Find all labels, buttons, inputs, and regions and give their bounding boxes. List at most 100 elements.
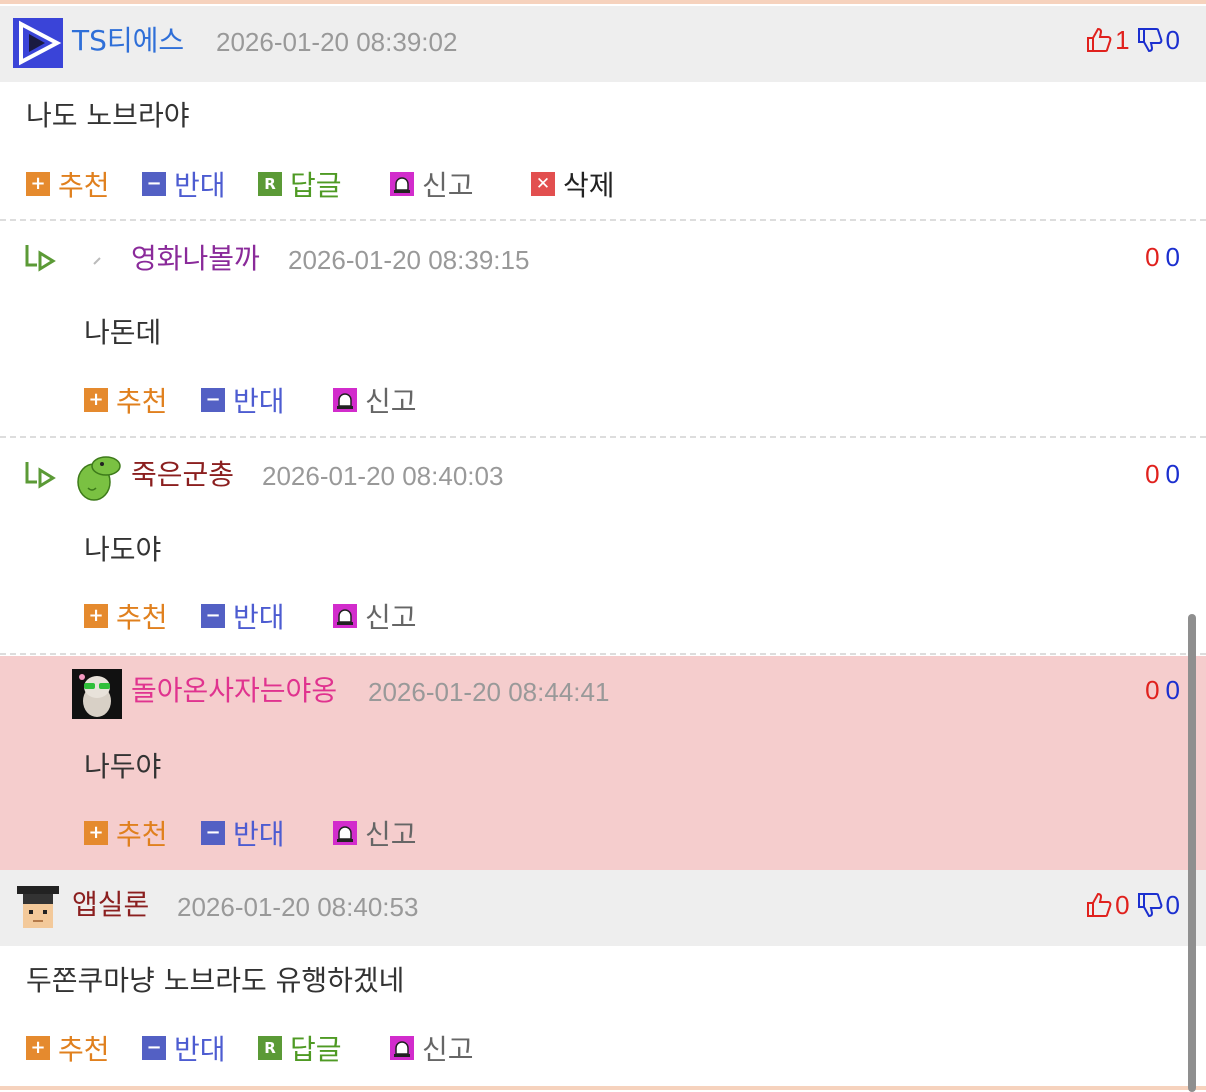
thumbs-up-icon[interactable]: [1085, 26, 1113, 54]
cat-sunglasses-avatar[interactable]: [72, 669, 122, 719]
vote-up-count: 0: [1145, 674, 1160, 705]
recommend-label: 추천: [58, 1033, 110, 1066]
vote-counter: 0 0: [1145, 456, 1180, 492]
minus-icon: −: [142, 1036, 166, 1060]
recommend-label: 추천: [116, 818, 168, 851]
vote-up-count: 0: [1145, 458, 1160, 489]
comment-content: 나돈데: [84, 316, 162, 349]
vote-counter: 0 0: [1085, 887, 1180, 923]
recommend-label: 추천: [116, 385, 168, 418]
bottom-border: [0, 1086, 1206, 1090]
plus-icon: +: [26, 172, 50, 196]
siren-icon: [390, 172, 414, 196]
reply-icon: R: [258, 1036, 282, 1060]
recommend-label: 추천: [116, 601, 168, 634]
plus-icon: +: [84, 388, 108, 412]
report-label: 신고: [422, 169, 474, 202]
vote-down-count: 0: [1165, 24, 1180, 55]
plus-icon: +: [84, 604, 108, 628]
comment-content: 나도야: [84, 533, 162, 566]
report-button[interactable]: 신고: [333, 598, 417, 634]
reply-icon: R: [258, 172, 282, 196]
oppose-button[interactable]: − 반대: [201, 382, 285, 418]
pencil-avatar[interactable]: [72, 236, 122, 286]
divider: [0, 219, 1206, 221]
vote-down-count: 0: [1165, 458, 1180, 489]
oppose-button[interactable]: − 반대: [142, 166, 226, 202]
comment-username[interactable]: 앱실론: [72, 887, 149, 923]
report-label: 신고: [365, 601, 417, 634]
comment-timestamp: 2026-01-20 08:39:15: [288, 245, 530, 275]
minus-icon: −: [201, 388, 225, 412]
plus-icon: +: [84, 821, 108, 845]
comment-content: 나도 노브라야: [26, 99, 190, 132]
comment-timestamp: 2026-01-20 08:40:03: [262, 461, 504, 491]
oppose-label: 반대: [233, 385, 285, 418]
siren-icon: [333, 821, 357, 845]
vote-counter: 0 0: [1145, 239, 1180, 275]
thumbs-up-icon[interactable]: [1085, 891, 1113, 919]
report-button[interactable]: 신고: [390, 1030, 474, 1066]
arrow-play-avatar[interactable]: [13, 18, 63, 68]
oppose-button[interactable]: − 반대: [201, 815, 285, 851]
vote-counter: 0 0: [1145, 672, 1180, 708]
comment-timestamp: 2026-01-20 08:44:41: [368, 677, 610, 707]
comment-content: 나두야: [84, 750, 162, 783]
vote-down-count: 0: [1165, 241, 1180, 272]
vote-counter: 1 0: [1085, 22, 1180, 58]
recommend-button[interactable]: + 추천: [26, 166, 110, 202]
vote-up-count: 1: [1115, 24, 1130, 55]
scrollbar[interactable]: [1188, 614, 1196, 1092]
oppose-button[interactable]: − 반대: [201, 598, 285, 634]
minus-icon: −: [142, 172, 166, 196]
comment-username[interactable]: 돌아온사자는야옹: [131, 673, 337, 709]
reply-label: 답글: [290, 169, 342, 202]
vote-down-count: 0: [1165, 674, 1180, 705]
comment-username[interactable]: TS티에스: [72, 23, 184, 59]
siren-icon: [333, 388, 357, 412]
report-button[interactable]: 신고: [333, 815, 417, 851]
report-label: 신고: [422, 1033, 474, 1066]
recommend-button[interactable]: + 추천: [26, 1030, 110, 1066]
vote-up-count: 0: [1115, 889, 1130, 920]
oppose-label: 반대: [174, 1033, 226, 1066]
close-icon: ✕: [531, 172, 555, 196]
recommend-label: 추천: [58, 169, 110, 202]
comment-username[interactable]: 죽은군총: [131, 457, 234, 493]
thumbs-down-icon[interactable]: [1136, 891, 1164, 919]
delete-button[interactable]: ✕ 삭제: [531, 166, 615, 202]
plus-icon: +: [26, 1036, 50, 1060]
reply-arrow-icon: [25, 462, 56, 489]
green-dino-avatar[interactable]: [72, 452, 122, 502]
pixel-graduate-avatar[interactable]: [13, 882, 63, 932]
top-border: [0, 0, 1206, 4]
vote-down-count: 0: [1165, 889, 1180, 920]
recommend-button[interactable]: + 추천: [84, 815, 168, 851]
reply-label: 답글: [290, 1033, 342, 1066]
oppose-label: 반대: [233, 818, 285, 851]
reply-button[interactable]: R 답글: [258, 1030, 342, 1066]
minus-icon: −: [201, 604, 225, 628]
reply-button[interactable]: R 답글: [258, 166, 342, 202]
report-button[interactable]: 신고: [333, 382, 417, 418]
comment-username[interactable]: 영화나볼까: [131, 241, 260, 277]
divider: [0, 653, 1206, 655]
minus-icon: −: [201, 821, 225, 845]
thumbs-down-icon[interactable]: [1136, 26, 1164, 54]
vote-up-count: 0: [1145, 241, 1160, 272]
report-label: 신고: [365, 385, 417, 418]
recommend-button[interactable]: + 추천: [84, 598, 168, 634]
delete-label: 삭제: [563, 169, 615, 202]
reply-arrow-icon: [25, 245, 56, 272]
report-button[interactable]: 신고: [390, 166, 474, 202]
oppose-label: 반대: [233, 601, 285, 634]
comment-timestamp: 2026-01-20 08:40:53: [177, 892, 419, 922]
siren-icon: [333, 604, 357, 628]
siren-icon: [390, 1036, 414, 1060]
report-label: 신고: [365, 818, 417, 851]
oppose-label: 반대: [174, 169, 226, 202]
recommend-button[interactable]: + 추천: [84, 382, 168, 418]
comment-timestamp: 2026-01-20 08:39:02: [216, 27, 458, 57]
comment-content: 두쫀쿠마냥 노브라도 유행하겠네: [26, 964, 405, 997]
oppose-button[interactable]: − 반대: [142, 1030, 226, 1066]
